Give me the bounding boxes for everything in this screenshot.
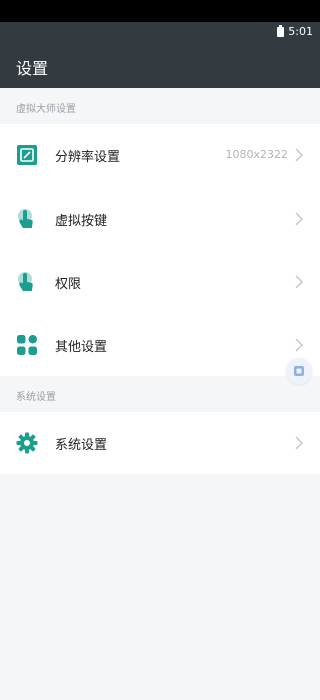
- grid-icon: [16, 334, 38, 356]
- chevron-right-icon: [292, 210, 306, 228]
- resolution-value: 1080x2322: [225, 148, 289, 161]
- battery-icon: [277, 25, 284, 37]
- settings-item-label: 权限: [55, 277, 82, 292]
- page-title: 设置: [16, 59, 49, 78]
- touch-icon: [16, 208, 38, 230]
- status-time: 5:01: [288, 25, 313, 38]
- floating-assist-button[interactable]: [286, 358, 312, 384]
- settings-item-label: 其他设置: [55, 340, 108, 355]
- chevron-right-icon: [292, 146, 306, 164]
- section-header-system: 系统设置: [16, 392, 56, 403]
- settings-item-virtual-keys[interactable]: 虚拟按键: [0, 188, 320, 250]
- status-bar: 5:01: [0, 22, 320, 42]
- gear-icon: [16, 432, 38, 454]
- touch-icon: [16, 271, 38, 293]
- resolution-icon: [16, 144, 38, 166]
- settings-item-label: 分辨率设置: [55, 150, 121, 165]
- settings-item-system[interactable]: 系统设置: [0, 412, 320, 474]
- section-header-virtual-master: 虚拟大师设置: [16, 104, 76, 115]
- settings-group-virtual-master: 分辨率设置 1080x2322 虚拟按键 权限 其他设置: [0, 124, 320, 376]
- settings-item-label: 虚拟按键: [55, 214, 108, 229]
- settings-item-permissions[interactable]: 权限: [0, 251, 320, 313]
- chevron-right-icon: [292, 434, 306, 452]
- top-notch-bar: [0, 0, 320, 22]
- settings-item-other[interactable]: 其他设置: [0, 314, 320, 376]
- chevron-right-icon: [292, 273, 306, 291]
- chevron-right-icon: [292, 336, 306, 354]
- settings-item-label: 系统设置: [55, 438, 108, 453]
- app-header: 设置: [0, 42, 320, 88]
- settings-item-resolution[interactable]: 分辨率设置 1080x2322: [0, 124, 320, 186]
- settings-group-system: 系统设置: [0, 412, 320, 474]
